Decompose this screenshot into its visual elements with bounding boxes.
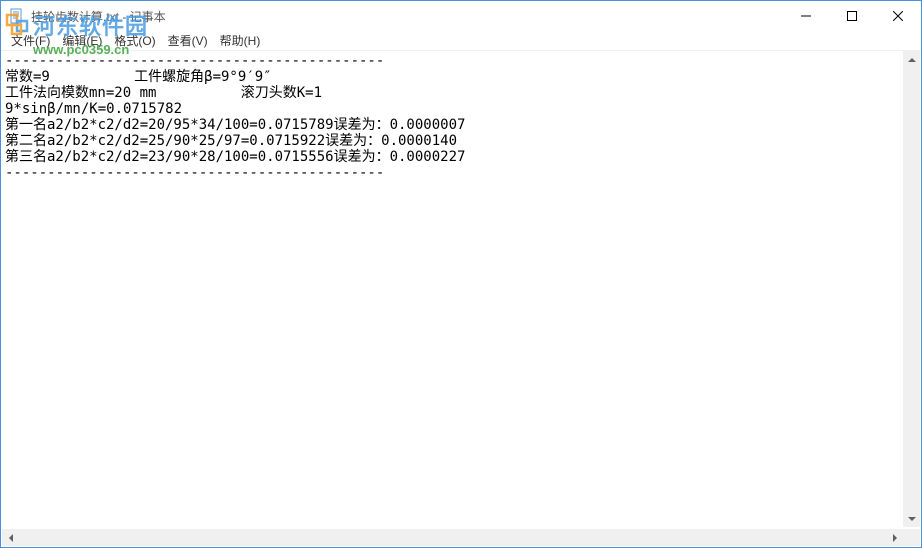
scroll-track-vertical[interactable] [903,68,920,510]
window-controls [783,1,921,31]
close-button[interactable] [875,1,921,31]
scroll-track-horizontal[interactable] [19,529,886,546]
minimize-button[interactable] [783,1,829,31]
app-icon [9,8,25,24]
menu-format[interactable]: 格式(O) [108,31,161,51]
titlebar: 挂轮齿数计算.txt - 记事本 [1,1,921,31]
text-area[interactable]: ----------------------------------------… [3,51,901,527]
menubar: 文件(F) 编辑(E) 格式(O) 查看(V) 帮助(H) [1,31,921,51]
scrollbar-corner [903,529,920,546]
menu-help[interactable]: 帮助(H) [214,31,267,51]
horizontal-scrollbar[interactable] [2,529,903,546]
scroll-right-button[interactable] [886,529,903,546]
menu-edit[interactable]: 编辑(E) [56,31,108,51]
window-title: 挂轮齿数计算.txt - 记事本 [31,8,783,25]
vertical-scrollbar[interactable] [903,51,920,527]
scroll-left-button[interactable] [2,529,19,546]
scroll-up-button[interactable] [903,51,920,68]
maximize-button[interactable] [829,1,875,31]
scroll-down-button[interactable] [903,510,920,527]
menu-view[interactable]: 查看(V) [162,31,214,51]
menu-file[interactable]: 文件(F) [5,31,56,51]
